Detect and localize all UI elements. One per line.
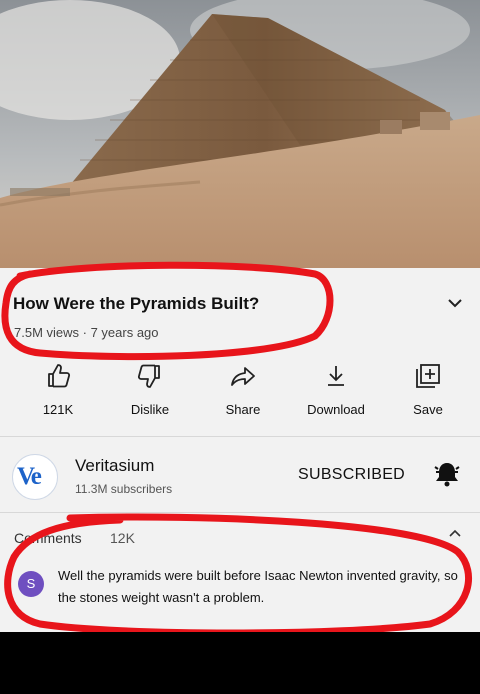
channel-avatar[interactable]: Ve [12,454,58,500]
download-label: Download [307,402,365,417]
share-button[interactable]: Share [203,362,283,417]
divider [0,512,480,513]
channel-logo-text: Ve [17,463,42,490]
save-button[interactable]: Save [388,362,468,417]
pyramid-thumbnail [0,0,480,268]
dislike-label: Dislike [130,402,170,417]
top-comment-text[interactable]: Well the pyramids were built before Isaa… [58,565,458,609]
channel-name[interactable]: Veritasium [75,456,154,476]
download-button[interactable]: Download [296,362,376,417]
video-title[interactable]: How Were the Pyramids Built? [13,294,259,314]
action-bar: 121K Dislike Share Download Save [0,362,480,422]
thumbs-down-icon [137,364,160,388]
expand-comments-icon[interactable] [448,528,462,538]
comments-count: 12K [110,530,135,546]
subscriber-count: 11.3M subscribers [75,482,173,496]
dislike-button[interactable]: Dislike [110,362,190,417]
comments-header[interactable]: Comments [14,530,82,546]
notification-bell-icon[interactable] [432,458,462,488]
like-button[interactable]: 121K [18,362,98,417]
share-icon [231,367,255,386]
subscribed-button[interactable]: SUBSCRIBED [298,466,405,484]
download-icon [328,366,344,386]
commenter-avatar[interactable]: S [18,571,44,597]
add-to-playlist-icon [416,364,440,388]
save-label: Save [413,402,443,417]
video-metadata: 7.5M views · 7 years ago [14,325,159,340]
divider [0,436,480,437]
video-player[interactable] [0,0,480,268]
thumbs-up-icon [48,364,71,388]
chevron-down-icon[interactable] [446,296,464,310]
share-label: Share [225,402,261,417]
youtube-watch-page: How Were the Pyramids Built? 7.5M views … [0,0,480,632]
like-count: 121K [42,402,74,417]
